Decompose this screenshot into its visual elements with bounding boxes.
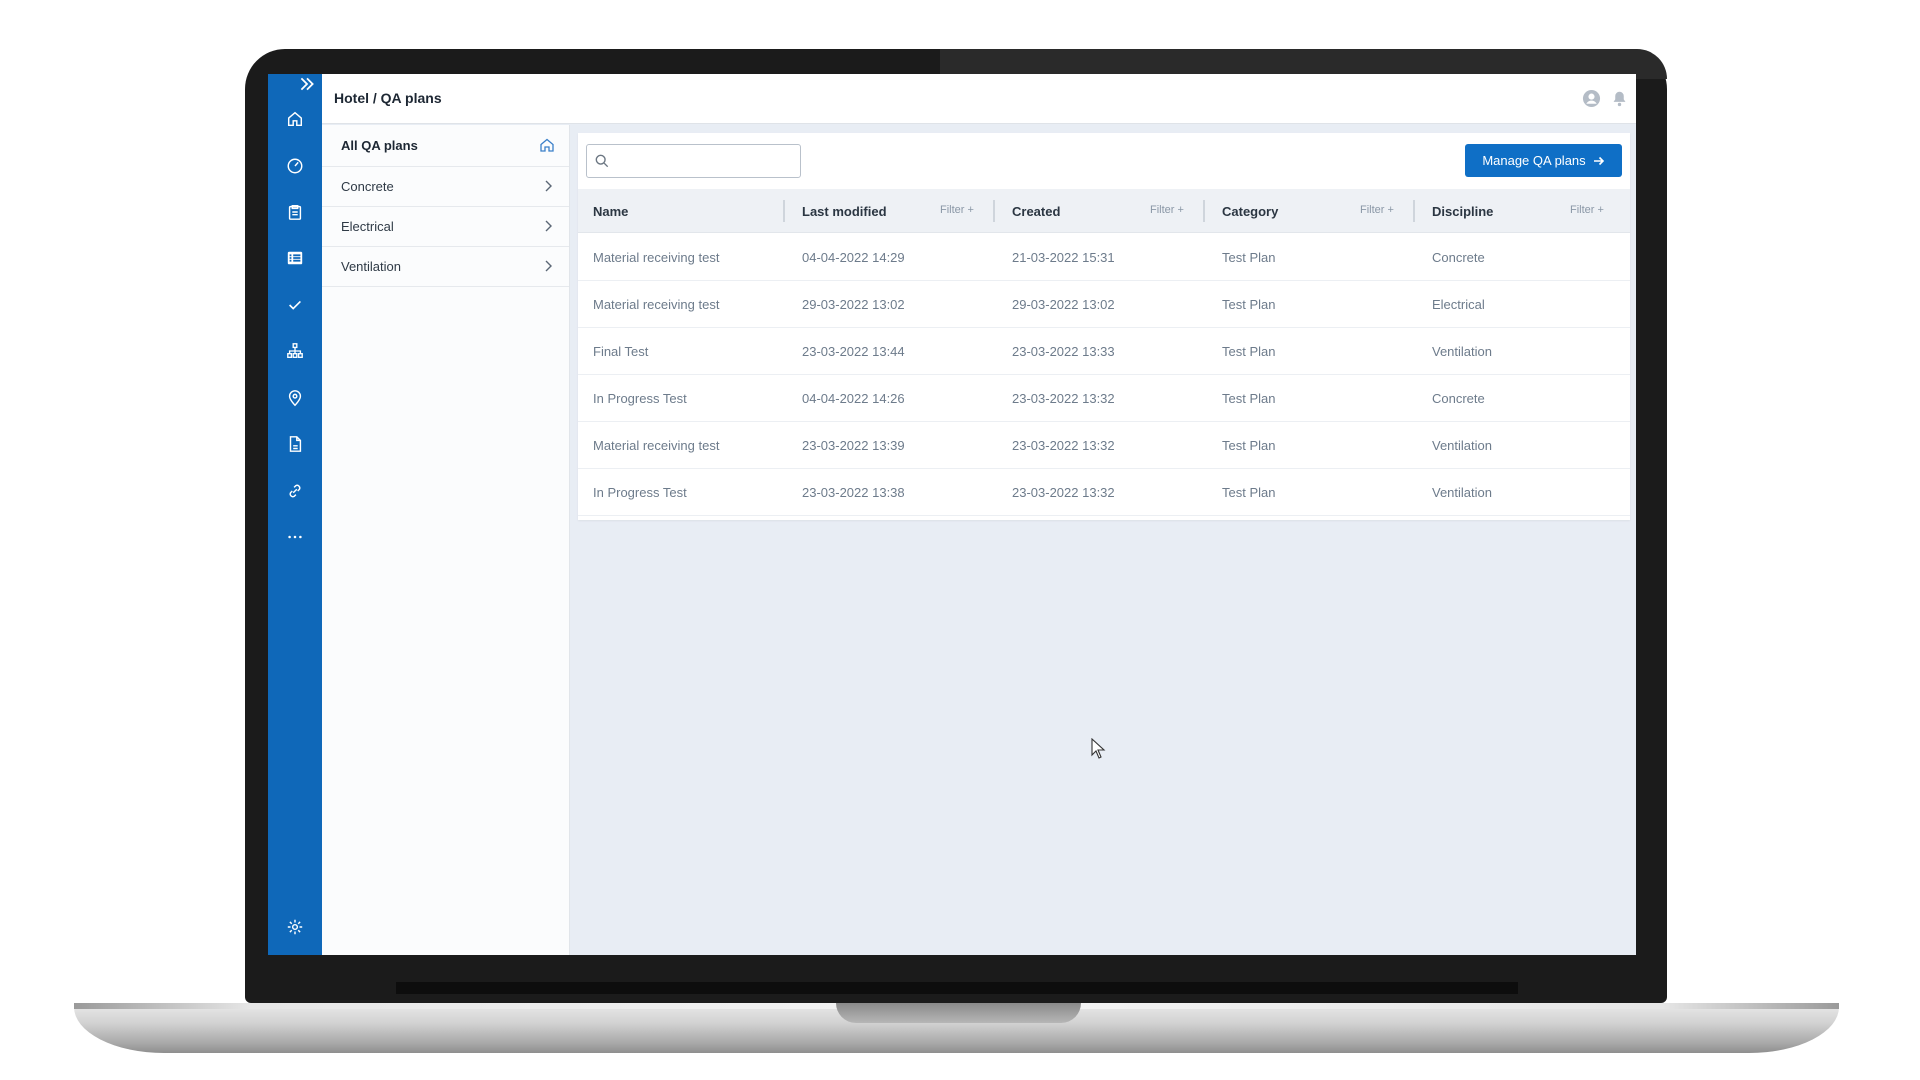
column-header-category[interactable]: Category Filter + bbox=[1222, 189, 1408, 233]
cell-name: Material receiving test bbox=[593, 250, 720, 265]
column-header-last-modified[interactable]: Last modified Filter + bbox=[802, 189, 988, 233]
cell-created: 23-03-2022 13:32 bbox=[1012, 438, 1115, 453]
table-row[interactable]: Material receiving test 23-03-2022 13:39 2… bbox=[578, 422, 1630, 469]
laptop-hinge bbox=[396, 982, 1518, 994]
top-bar: Hotel / QA plans bbox=[322, 74, 1636, 124]
cell-last-modified: 23-03-2022 13:38 bbox=[802, 485, 905, 500]
cell-name: In Progress Test bbox=[593, 391, 687, 406]
column-separator[interactable] bbox=[1203, 200, 1205, 222]
sidebar-item-concrete[interactable]: Concrete bbox=[322, 167, 569, 207]
table-row[interactable]: Material receiving test 29-03-2022 13:02 2… bbox=[578, 281, 1630, 328]
sidebar-item-label: Electrical bbox=[341, 219, 394, 234]
sidebar-item-label: Ventilation bbox=[341, 259, 401, 274]
bell-icon[interactable] bbox=[1608, 87, 1630, 109]
cell-last-modified: 04-04-2022 14:29 bbox=[802, 250, 905, 265]
cell-last-modified: 29-03-2022 13:02 bbox=[802, 297, 905, 312]
breadcrumb[interactable]: Hotel / QA plans bbox=[334, 90, 442, 106]
table-row[interactable]: Final Test 23-03-2022 13:44 23-03-2022 13:… bbox=[578, 328, 1630, 375]
chevron-right-icon bbox=[545, 180, 552, 192]
sidebar-item-label: Concrete bbox=[341, 179, 394, 194]
clipboard-icon[interactable] bbox=[268, 197, 322, 227]
dashboard-icon[interactable] bbox=[268, 151, 322, 181]
qa-plans-card: Manage QA plans Name Last modified Filte… bbox=[578, 133, 1630, 520]
check-icon[interactable] bbox=[268, 290, 322, 320]
sidebar-item-electrical[interactable]: Electrical bbox=[322, 207, 569, 247]
filter-button[interactable]: Filter + bbox=[1570, 204, 1604, 216]
home-icon[interactable] bbox=[268, 104, 322, 134]
cell-category: Test Plan bbox=[1222, 485, 1276, 500]
document-icon[interactable] bbox=[268, 429, 322, 459]
manage-qa-plans-button[interactable]: Manage QA plans bbox=[1465, 144, 1622, 177]
cell-discipline: Ventilation bbox=[1432, 438, 1492, 453]
filter-button[interactable]: Filter + bbox=[1360, 204, 1394, 216]
cell-category: Test Plan bbox=[1222, 391, 1276, 406]
cell-created: 21-03-2022 15:31 bbox=[1012, 250, 1115, 265]
settings-icon[interactable] bbox=[268, 912, 322, 942]
column-header-name[interactable]: Name bbox=[593, 189, 628, 233]
column-header-discipline[interactable]: Discipline Filter + bbox=[1432, 189, 1618, 233]
cell-discipline: Ventilation bbox=[1432, 344, 1492, 359]
table-header: Name Last modified Filter + Created Filt… bbox=[578, 189, 1630, 233]
column-separator[interactable] bbox=[1413, 200, 1415, 222]
cell-discipline: Concrete bbox=[1432, 250, 1485, 265]
home-icon bbox=[540, 138, 554, 152]
cell-last-modified: 04-04-2022 14:26 bbox=[802, 391, 905, 406]
table-row[interactable]: Material receiving test 04-04-2022 14:29 2… bbox=[578, 234, 1630, 281]
cell-last-modified: 23-03-2022 13:44 bbox=[802, 344, 905, 359]
column-separator[interactable] bbox=[783, 200, 785, 222]
qa-plan-sidebar: All QA plans Concrete Electrical Ventila… bbox=[322, 125, 570, 955]
user-icon[interactable] bbox=[1580, 87, 1602, 109]
cell-discipline: Electrical bbox=[1432, 297, 1485, 312]
laptop-notch bbox=[836, 1003, 1081, 1023]
filter-button[interactable]: Filter + bbox=[1150, 204, 1184, 216]
cell-created: 29-03-2022 13:02 bbox=[1012, 297, 1115, 312]
chevron-right-icon bbox=[545, 220, 552, 232]
table-row[interactable]: In Progress Test 23-03-2022 13:38 23-03-20… bbox=[578, 469, 1630, 516]
nav-rail bbox=[268, 74, 322, 955]
cell-created: 23-03-2022 13:32 bbox=[1012, 485, 1115, 500]
sidebar-item-all-qa-plans[interactable]: All QA plans bbox=[322, 125, 569, 167]
cell-discipline: Concrete bbox=[1432, 391, 1485, 406]
hierarchy-icon[interactable] bbox=[268, 336, 322, 366]
more-icon[interactable] bbox=[268, 522, 322, 552]
mouse-cursor-icon bbox=[1091, 738, 1106, 759]
arrow-right-icon bbox=[1593, 156, 1604, 165]
cell-last-modified: 23-03-2022 13:39 bbox=[802, 438, 905, 453]
search-icon bbox=[595, 154, 609, 168]
cell-created: 23-03-2022 13:32 bbox=[1012, 391, 1115, 406]
cell-category: Test Plan bbox=[1222, 344, 1276, 359]
location-icon[interactable] bbox=[268, 383, 322, 413]
manage-qa-plans-label: Manage QA plans bbox=[1482, 153, 1586, 168]
table-row[interactable]: In Progress Test 04-04-2022 14:26 23-03-20… bbox=[578, 375, 1630, 422]
cell-created: 23-03-2022 13:33 bbox=[1012, 344, 1115, 359]
sidebar-item-ventilation[interactable]: Ventilation bbox=[322, 247, 569, 287]
sidebar-item-label: All QA plans bbox=[341, 138, 418, 153]
cell-name: Material receiving test bbox=[593, 438, 720, 453]
cell-category: Test Plan bbox=[1222, 297, 1276, 312]
cell-category: Test Plan bbox=[1222, 438, 1276, 453]
search-box[interactable] bbox=[586, 144, 801, 178]
cell-category: Test Plan bbox=[1222, 250, 1276, 265]
filter-button[interactable]: Filter + bbox=[940, 204, 974, 216]
expand-icon[interactable] bbox=[268, 74, 322, 94]
search-input[interactable] bbox=[615, 153, 795, 169]
cell-discipline: Ventilation bbox=[1432, 485, 1492, 500]
cell-name: Material receiving test bbox=[593, 297, 720, 312]
column-separator[interactable] bbox=[993, 200, 995, 222]
list-icon[interactable] bbox=[268, 243, 322, 273]
chevron-right-icon bbox=[545, 260, 552, 272]
cell-name: In Progress Test bbox=[593, 485, 687, 500]
cell-name: Final Test bbox=[593, 344, 649, 359]
link-icon[interactable] bbox=[268, 476, 322, 506]
app-screen: Hotel / QA plans All QA plans Concrete E… bbox=[268, 74, 1636, 955]
column-header-created[interactable]: Created Filter + bbox=[1012, 189, 1198, 233]
